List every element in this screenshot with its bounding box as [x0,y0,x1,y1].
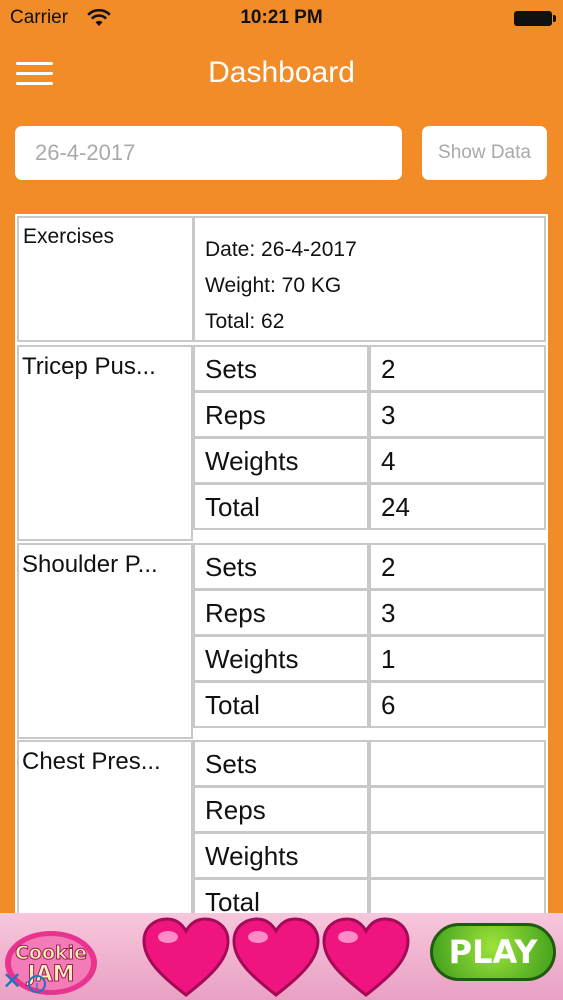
metric-value: 3 [369,589,546,636]
exercise-block: Shoulder P... Sets 2 Reps 3 Weights 1 To… [17,543,546,739]
summary-date: Date: 26-4-2017 [205,238,357,261]
heart-icon [232,917,320,997]
metric-label: Sets [193,543,369,590]
metric-label: Weights [193,437,369,484]
show-data-button[interactable]: Show Data [422,126,547,180]
metric-value: 3 [369,391,546,438]
exercise-name: Shoulder P... [17,543,193,739]
metric-label: Reps [193,391,369,438]
page-title: Dashboard [208,56,355,89]
metric-value: 1 [369,635,546,682]
metric-value [369,740,546,787]
summary-weight: Weight: 70 KG [205,274,342,297]
status-bar: Carrier 10:21 PM [0,0,563,36]
metric-label: Sets [193,740,369,787]
exercises-header: Exercises [17,216,194,342]
metric-label: Reps [193,786,369,833]
metric-value [369,786,546,833]
heart-icon [142,917,230,997]
nav-bar: Dashboard [0,44,563,104]
metric-value: 6 [369,681,546,728]
exercise-name: Chest Pres... [17,740,193,914]
metric-label: Sets [193,345,369,392]
ad-close-icon[interactable]: ✕ [2,968,22,996]
metric-value [369,878,546,914]
metric-label: Total [193,681,369,728]
metric-label: Total [193,878,369,914]
workout-table: Exercises Date: 26-4-2017 Weight: 70 KG … [15,214,548,914]
metric-label: Weights [193,832,369,879]
battery-icon [514,11,556,26]
metric-value: 2 [369,543,546,590]
metric-label: Reps [193,589,369,636]
exercise-block: Tricep Pus... Sets 2 Reps 3 Weights 4 To… [17,345,546,541]
ad-play-button[interactable]: PLAY [430,923,556,981]
summary-total: Total: 62 [205,310,285,333]
exercise-name: Tricep Pus... [17,345,193,541]
metric-value [369,832,546,879]
metric-label: Weights [193,635,369,682]
clock: 10:21 PM [240,7,323,28]
metric-label: Total [193,483,369,530]
ad-info-icon[interactable]: i [28,975,46,993]
metric-value: 4 [369,437,546,484]
heart-icon [322,917,410,997]
summary-cell: Date: 26-4-2017 Weight: 70 KG Total: 62 [193,216,546,342]
metric-value: 24 [369,483,546,530]
ad-brand-line1: Cookie [15,942,87,964]
ad-banner[interactable]: Cookie JAM PLAY [0,913,563,1000]
exercise-block: Chest Pres... Sets Reps Weights Total [17,740,546,914]
date-input[interactable] [15,126,402,180]
metric-value: 2 [369,345,546,392]
